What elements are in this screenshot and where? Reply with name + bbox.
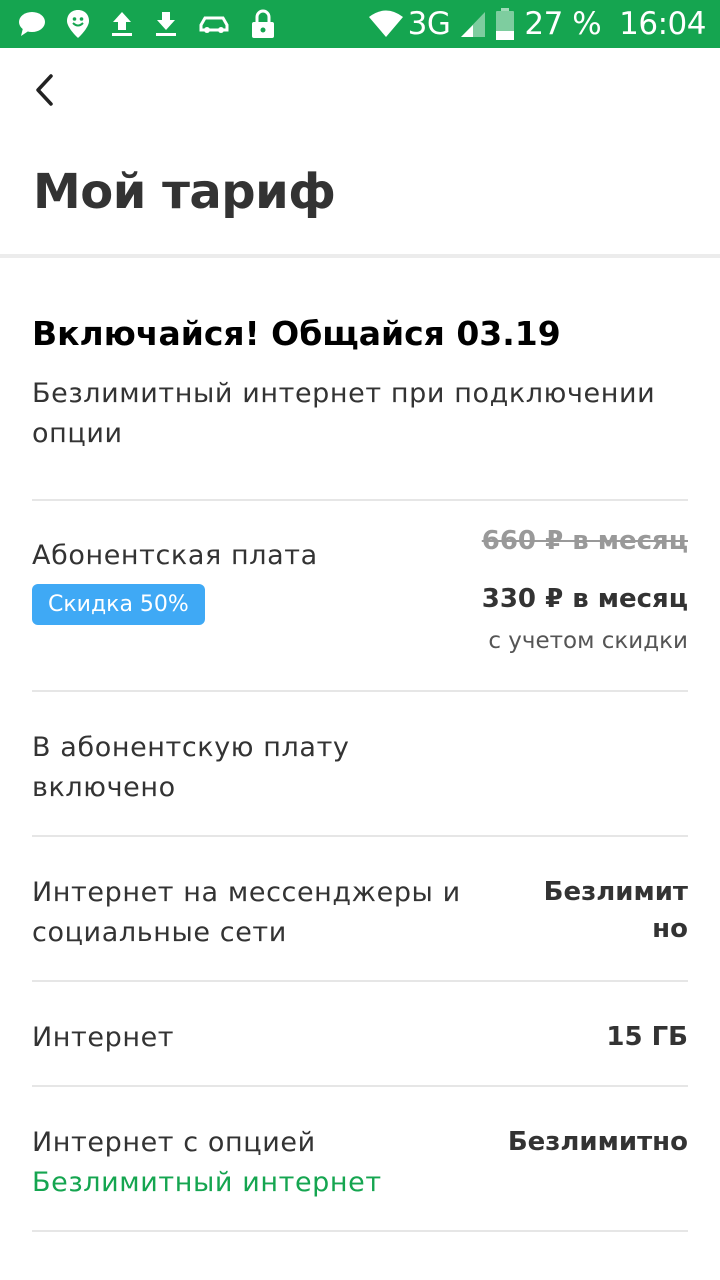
upload-icon [110,10,134,38]
lock-icon [250,9,276,39]
back-button[interactable] [22,70,66,114]
back-arrow-icon [33,73,55,111]
divider [32,1085,688,1087]
status-bar: 3G 27 % 16:04 [0,0,720,48]
tariff-name: Включайся! Общайся 03.19 [32,314,561,353]
signal-icon [460,10,486,38]
option-internet-title: Интернет с опцией [32,1127,316,1158]
divider [32,690,688,692]
app-header: Мой тариф [0,48,720,256]
internet-value: 15 ГБ [606,1022,688,1052]
download-icon [154,10,178,38]
network-type: 3G [407,6,451,42]
old-price: 660 ₽ в месяц [481,526,688,556]
notification-icons [18,9,276,39]
messengers-internet-label: Интернет на мессенджеры и социальные сет… [32,877,461,948]
discount-badge: Скидка 50% [32,584,205,625]
divider [32,980,688,982]
header-divider [0,254,720,258]
battery-icon [496,8,515,40]
option-internet-value: Безлимитно [507,1127,688,1157]
internet-label: Интернет [32,1022,175,1053]
divider [32,1230,688,1232]
system-status: 3G 27 % 16:04 [368,6,706,42]
message-icon [18,11,46,37]
tariff-description: Безлимитный интернет при подключении опц… [32,378,656,449]
divider [32,499,688,501]
new-price: 330 ₽ в месяц [481,584,688,614]
fee-label: Абонентская плата [32,540,318,571]
wifi-icon [368,10,404,38]
messengers-internet-value: Безлимитно [543,877,688,944]
included-label: В абонентскую плату включено [32,732,350,803]
location-face-icon [66,9,90,39]
battery-percent: 27 % [524,6,602,42]
divider [32,835,688,837]
clock: 16:04 [619,6,706,42]
car-icon [198,13,230,35]
page-title: Мой тариф [33,164,336,220]
option-internet-label: Интернет с опцией Безлимитный интернет [32,1123,382,1203]
price-note: с учетом скидки [488,628,688,654]
unlimited-internet-option-link[interactable]: Безлимитный интернет [32,1163,382,1203]
